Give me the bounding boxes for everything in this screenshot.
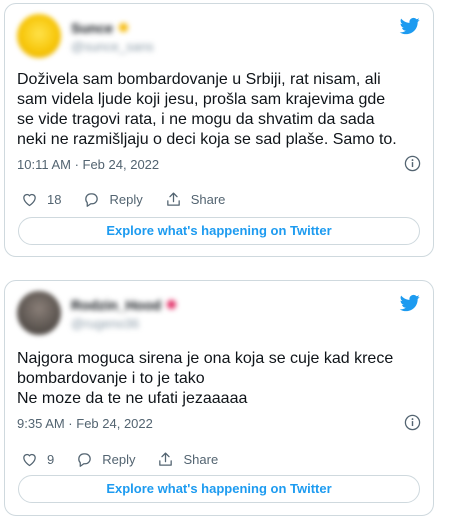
tweet-header: Sunce @sunce_sans [17, 14, 421, 62]
author-name-text: Sunce [71, 20, 114, 36]
share-label: Share [190, 192, 226, 207]
reply-button[interactable]: Reply [83, 191, 143, 208]
share-icon [166, 192, 180, 206]
twitter-bird-icon[interactable] [399, 16, 421, 36]
avatar[interactable] [17, 14, 61, 58]
twitter-bird-icon[interactable] [399, 293, 421, 313]
tweet-meta: 9:35 AM · Feb 24, 2022 [17, 414, 421, 431]
tweet-actions: 18 Reply Share [21, 191, 421, 208]
share-button[interactable]: Share [165, 191, 226, 208]
tweet-text: Doživela sam bombardovanje u Srbiji, rat… [17, 71, 397, 148]
tweet-header: Rodzin_Hood @rugeno36 [17, 291, 421, 339]
tweet-meta: 10:11 AM · Feb 24, 2022 [17, 155, 421, 172]
reply-label: Reply [109, 192, 143, 207]
emoji-badge [119, 23, 129, 32]
like-button[interactable]: 18 [21, 191, 61, 208]
avatar[interactable] [17, 291, 61, 335]
reply-icon [85, 193, 99, 207]
heart-icon [23, 193, 36, 207]
emoji-badge [167, 300, 177, 309]
info-icon[interactable] [404, 155, 421, 172]
reply-label: Reply [102, 452, 136, 467]
author-handle[interactable]: @rugeno36 [71, 316, 139, 331]
author-name-text: Rodzin_Hood [71, 297, 162, 313]
reply-icon [78, 453, 91, 467]
share-icon [159, 452, 173, 466]
info-icon[interactable] [404, 414, 421, 431]
share-label: Share [183, 452, 219, 467]
author-name[interactable]: Sunce [71, 20, 129, 36]
tweet-card[interactable]: Rodzin_Hood @rugeno36 Najgora moguca sir… [4, 280, 434, 516]
tweet-text: Najgora moguca sirena je ona koja se cuj… [17, 350, 394, 407]
tweet-card[interactable]: Sunce @sunce_sans Doživela sam bombardov… [4, 3, 434, 257]
like-count: 18 [47, 192, 62, 207]
author-name[interactable]: Rodzin_Hood [71, 297, 177, 313]
tweet-timestamp[interactable]: 9:35 AM · Feb 24, 2022 [17, 416, 153, 431]
share-button[interactable]: Share [157, 451, 218, 468]
author-handle[interactable]: @sunce_sans [71, 39, 154, 54]
explore-button[interactable]: Explore what's happening on Twitter [18, 475, 420, 503]
like-button[interactable]: 9 [21, 451, 54, 468]
reply-button[interactable]: Reply [76, 451, 135, 468]
like-count: 9 [47, 452, 55, 467]
heart-icon [23, 453, 36, 467]
tweet-actions: 9 Reply Share [21, 451, 421, 468]
explore-button[interactable]: Explore what's happening on Twitter [18, 217, 420, 245]
tweet-timestamp[interactable]: 10:11 AM · Feb 24, 2022 [17, 157, 159, 172]
